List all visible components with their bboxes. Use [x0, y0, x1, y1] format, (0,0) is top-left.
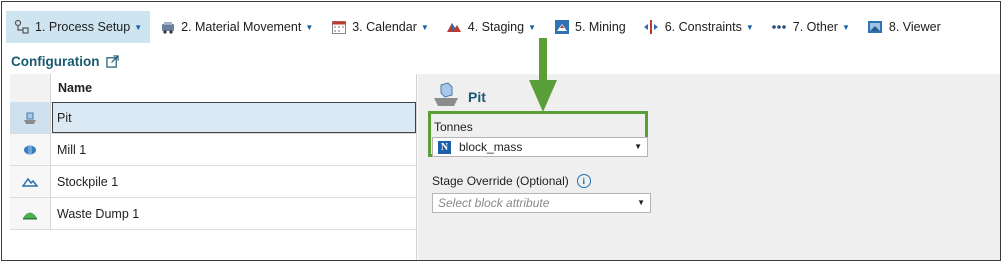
constraints-icon: [643, 19, 660, 36]
list-item-stockpile[interactable]: Stockpile 1: [10, 166, 416, 198]
stage-override-placeholder: Select block attribute: [438, 196, 550, 210]
tab-label: 6. Constraints: [664, 20, 742, 34]
tab-label: 5. Mining: [575, 20, 626, 34]
chevron-down-icon: ▼: [134, 22, 143, 32]
tab-process-setup[interactable]: 1. Process Setup ▼: [6, 11, 151, 43]
details-title: Pit: [468, 89, 486, 105]
chevron-down-icon: ▼: [637, 198, 645, 207]
row-gutter: [10, 166, 51, 197]
list-item-pit[interactable]: Pit: [10, 102, 416, 134]
calendar-icon: [330, 19, 347, 36]
list-item-waste-dump[interactable]: Waste Dump 1: [10, 198, 416, 230]
tonnes-select[interactable]: N block_mass ▼: [432, 137, 648, 157]
tonnes-select-value: block_mass: [459, 140, 523, 154]
chevron-down-icon: ▼: [305, 22, 314, 32]
highlight-arrow-icon: [529, 38, 557, 112]
mining-icon: [553, 19, 570, 36]
row-gutter: [10, 198, 51, 229]
list-header: Name: [10, 74, 416, 103]
viewer-icon: [867, 19, 884, 36]
list-item-mill[interactable]: Mill 1: [10, 134, 416, 166]
tab-calendar[interactable]: 3. Calendar ▼: [323, 11, 437, 43]
header-gutter: [10, 74, 51, 102]
list-item-label: Mill 1: [57, 143, 87, 157]
selected-cell: [52, 102, 416, 133]
external-link-icon[interactable]: [106, 55, 120, 68]
configuration-title-text: Configuration: [11, 54, 100, 69]
list-item-label: Pit: [57, 111, 72, 125]
details-header: Pit: [432, 80, 486, 108]
tab-other[interactable]: 7. Other ▼: [764, 11, 858, 43]
waste-dump-icon: [23, 212, 37, 219]
column-header-name[interactable]: Name: [58, 81, 92, 95]
tab-constraints[interactable]: 6. Constraints ▼: [636, 11, 762, 43]
process-setup-icon: [13, 19, 30, 36]
tab-mining[interactable]: 5. Mining: [546, 11, 634, 43]
tab-label: 4. Staging: [467, 20, 525, 34]
pit-icon: [24, 112, 36, 124]
pit-icon: [434, 82, 458, 106]
stockpile-icon: [22, 177, 38, 187]
chevron-down-icon: ▼: [745, 22, 754, 32]
row-gutter: [10, 102, 51, 133]
chevron-down-icon: ▼: [841, 22, 850, 32]
tab-label: 2. Material Movement: [181, 20, 302, 34]
list-item-label: Stockpile 1: [57, 175, 119, 189]
chevron-down-icon: ▼: [528, 22, 536, 32]
app-window: 1. Process Setup ▼ 2. Material Movement …: [1, 1, 1001, 261]
tab-material-movement[interactable]: 2. Material Movement ▼: [152, 11, 321, 43]
row-gutter: [10, 134, 51, 165]
details-panel: Pit: [418, 74, 1000, 260]
mill-icon: [24, 145, 36, 154]
tab-label: 8. Viewer: [888, 20, 941, 34]
material-movement-icon: [159, 19, 176, 36]
stage-override-label: Stage Override (Optional) i: [432, 174, 591, 188]
more-dots-icon: [771, 19, 788, 36]
tab-label: 3. Calendar: [352, 20, 417, 34]
tonnes-label: Tonnes: [434, 120, 473, 134]
numeric-attribute-icon: N: [438, 140, 451, 154]
list-item-label: Waste Dump 1: [57, 207, 140, 221]
info-icon[interactable]: i: [576, 174, 591, 188]
tab-label: 7. Other: [792, 20, 838, 34]
chevron-down-icon: ▼: [420, 22, 429, 32]
configuration-list: Name Pit Mill 1 Stockpile 1 Waste Dump 1: [10, 74, 417, 260]
chevron-down-icon: ▼: [634, 142, 642, 151]
staging-icon: [446, 19, 463, 36]
tab-viewer[interactable]: 8. Viewer: [860, 11, 949, 43]
stage-override-label-text: Stage Override (Optional): [432, 174, 569, 188]
configuration-title: Configuration: [11, 54, 120, 69]
stage-override-select[interactable]: Select block attribute ▼: [432, 193, 651, 213]
tab-label: 1. Process Setup: [35, 20, 131, 34]
toolbar: 1. Process Setup ▼ 2. Material Movement …: [6, 10, 998, 44]
